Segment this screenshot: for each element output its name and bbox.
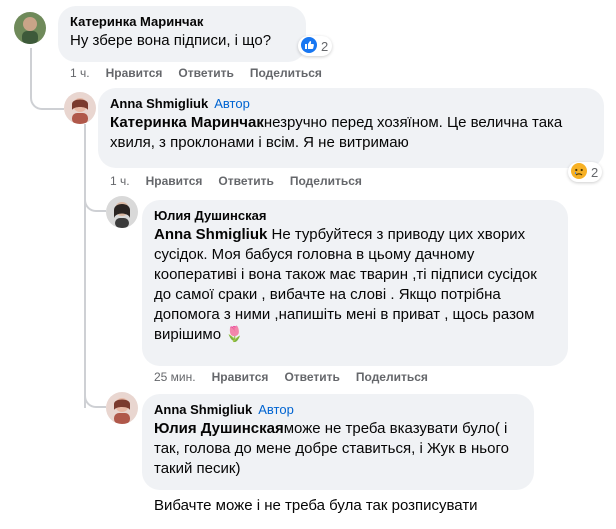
comment-text: Юлия Душинскаяможе не треба вказувати бу… bbox=[154, 420, 509, 477]
thread-connector-3 bbox=[84, 386, 106, 408]
sad-icon bbox=[570, 162, 588, 183]
share-button[interactable]: Поделиться bbox=[250, 66, 322, 80]
comment-author[interactable]: Катеринка Маринчак bbox=[70, 14, 203, 29]
like-button[interactable]: Нравится bbox=[212, 370, 269, 384]
reply-button[interactable]: Ответить bbox=[284, 370, 339, 384]
avatar[interactable] bbox=[64, 92, 96, 124]
comment-bubble: Катеринка Маринчак Ну збере вона підписи… bbox=[58, 6, 306, 62]
reply-button[interactable]: Ответить bbox=[218, 174, 273, 188]
mention-link[interactable]: Юлия Душинская bbox=[154, 420, 284, 437]
like-icon bbox=[300, 36, 318, 57]
reaction-count: 2 bbox=[321, 38, 329, 54]
reply-button[interactable]: Ответить bbox=[178, 66, 233, 80]
avatar[interactable] bbox=[14, 12, 46, 44]
comment-actions: 1 ч. Нравится Ответить Поделиться bbox=[70, 66, 338, 80]
like-button[interactable]: Нравится bbox=[146, 174, 203, 188]
mention-link[interactable]: Катеринка Маринчак bbox=[110, 114, 264, 131]
comment-author[interactable]: Anna Shmigliuk bbox=[110, 96, 208, 111]
comment-text: Катеринка Маринчакнезручно перед хозяїно… bbox=[110, 114, 563, 151]
comment-time[interactable]: 25 мин. bbox=[154, 370, 196, 384]
comment-text: Anna Shmigliuk Не турбуйтеся з приводу ц… bbox=[154, 226, 537, 343]
avatar[interactable] bbox=[106, 392, 138, 424]
comment-text: Ну збере вона підписи, і що? bbox=[70, 32, 272, 49]
reaction-summary[interactable]: 2 bbox=[298, 36, 333, 57]
comment-actions: 1 ч. Нравится Ответить Поделиться bbox=[110, 174, 378, 188]
like-button[interactable]: Нравится bbox=[106, 66, 163, 80]
share-button[interactable]: Поделиться bbox=[356, 370, 428, 384]
comment-time[interactable]: 1 ч. bbox=[110, 174, 130, 188]
thread-connector-1 bbox=[30, 80, 64, 110]
avatar[interactable] bbox=[106, 196, 138, 228]
tulip-emoji: 🌷 bbox=[225, 326, 244, 343]
reaction-summary[interactable]: 2 bbox=[568, 162, 603, 183]
comment-author[interactable]: Юлия Душинская bbox=[154, 208, 266, 223]
comment-text-continued: Вибачте може і не треба була так розпису… bbox=[154, 497, 478, 514]
thread-line-reply bbox=[84, 124, 86, 408]
comment-time[interactable]: 1 ч. bbox=[70, 66, 90, 80]
mention-link[interactable]: Anna Shmigliuk bbox=[154, 226, 267, 243]
comment-bubble: Anna Shmigliuk Автор Юлия Душинскаяможе … bbox=[142, 394, 534, 490]
comment-actions: 25 мин. Нравится Ответить Поделиться bbox=[154, 370, 444, 384]
comment-bubble: Anna Shmigliuk Автор Катеринка Маринчакн… bbox=[98, 88, 604, 168]
comment-author[interactable]: Anna Shmigliuk bbox=[154, 402, 252, 417]
share-button[interactable]: Поделиться bbox=[290, 174, 362, 188]
comment-bubble: Юлия Душинская Anna Shmigliuk Не турбуйт… bbox=[142, 200, 568, 366]
author-badge: Автор bbox=[214, 96, 250, 111]
author-badge: Автор bbox=[258, 402, 294, 417]
reaction-count: 2 bbox=[591, 164, 599, 180]
thread-connector-2 bbox=[84, 190, 106, 212]
